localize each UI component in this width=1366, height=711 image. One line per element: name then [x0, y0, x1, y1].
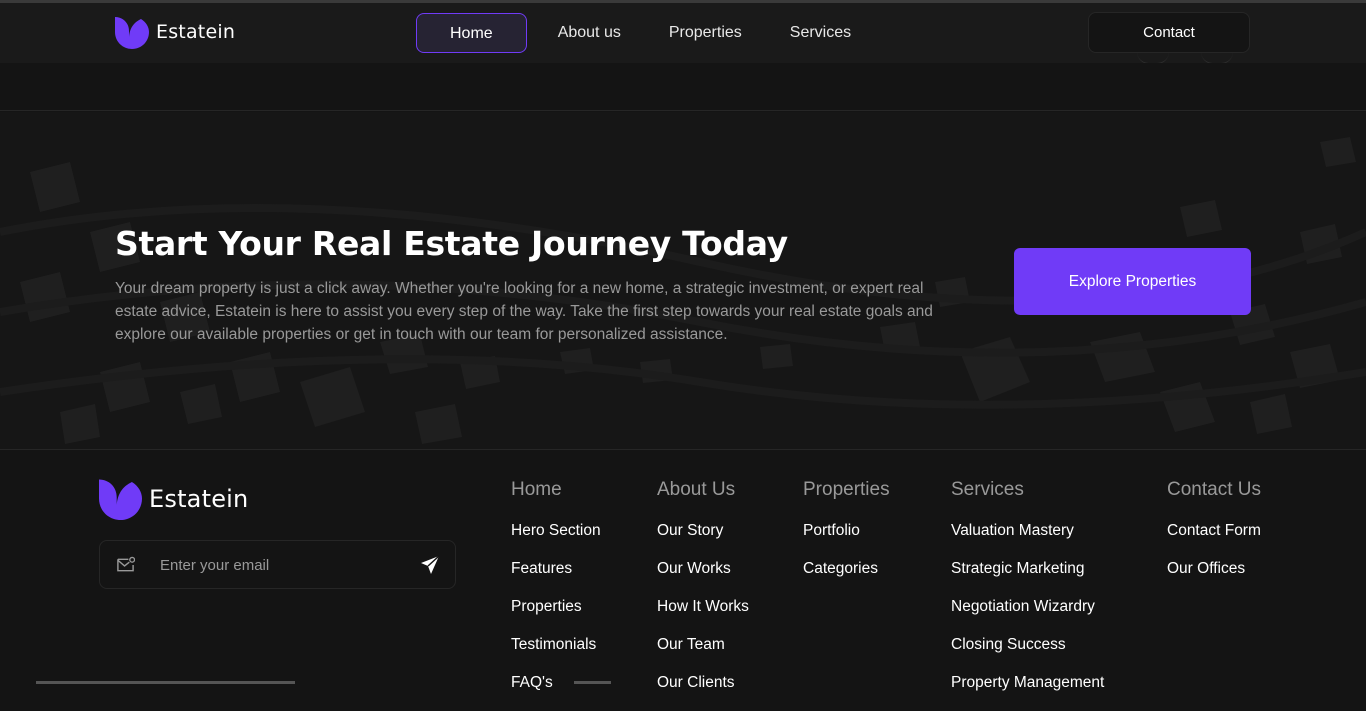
send-icon[interactable] — [420, 555, 440, 575]
footer-link[interactable]: Categories — [803, 559, 890, 597]
explore-properties-button[interactable]: Explore Properties — [1014, 248, 1251, 315]
nav-link-about[interactable]: About us — [535, 13, 645, 53]
mail-icon — [117, 556, 135, 572]
footer-logo[interactable]: Estatein — [99, 477, 248, 520]
nav-link-properties[interactable]: Properties — [645, 13, 766, 53]
footer-link[interactable]: Negotiation Wizardry — [951, 597, 1104, 635]
footer-link[interactable]: Our Team — [657, 635, 749, 673]
footer-column-properties: Properties Portfolio Categories — [803, 479, 890, 597]
footer-link[interactable]: Our Works — [657, 559, 749, 597]
footer-link[interactable]: Contact Form — [1167, 521, 1261, 559]
footer-link[interactable]: FAQ's — [511, 673, 601, 711]
footer-link[interactable]: Valuation Mastery — [951, 521, 1104, 559]
cta-title: Start Your Real Estate Journey Today — [115, 224, 788, 263]
logo-icon — [115, 15, 149, 49]
footer: Estatein Home Hero Section Features Prop… — [0, 451, 1366, 691]
footer-link[interactable]: Our Offices — [1167, 559, 1261, 597]
footer-column-title: Contact Us — [1167, 479, 1261, 500]
cta-description: Your dream property is just a click away… — [115, 280, 933, 343]
section-strip — [0, 63, 1366, 111]
footer-column-title: Services — [951, 479, 1024, 500]
footer-link[interactable]: Closing Success — [951, 635, 1104, 673]
footer-link[interactable]: Property Management — [951, 673, 1104, 711]
footer-link[interactable]: Hero Section — [511, 521, 601, 559]
footer-link[interactable]: Portfolio — [803, 521, 890, 559]
footer-link[interactable]: Our Story — [657, 521, 749, 559]
email-input[interactable] — [160, 553, 400, 577]
nav-link-home[interactable]: Home — [416, 13, 527, 53]
footer-column-home: Home Hero Section Features Properties Te… — [511, 479, 601, 711]
nav-links: Home About us Properties Services — [416, 13, 875, 53]
nav-logo[interactable]: Estatein — [115, 15, 235, 49]
footer-column-services: Services Valuation Mastery Strategic Mar… — [951, 479, 1104, 711]
contact-button[interactable]: Contact — [1088, 12, 1250, 53]
cta-section: Start Your Real Estate Journey Today You… — [0, 112, 1366, 450]
brand-name: Estatein — [156, 21, 236, 43]
footer-column-about: About Us Our Story Our Works How It Work… — [657, 479, 749, 711]
footer-link[interactable]: Features — [511, 559, 601, 597]
footer-column-contact: Contact Us Contact Form Our Offices — [1167, 479, 1261, 597]
footer-link[interactable]: Testimonials — [511, 635, 601, 673]
footer-link[interactable]: How It Works — [657, 597, 749, 635]
brand-name: Estatein — [149, 484, 249, 513]
footer-column-title: Properties — [803, 479, 890, 500]
logo-icon — [99, 477, 142, 520]
footer-link[interactable]: Strategic Marketing — [951, 559, 1104, 597]
footer-link[interactable]: Properties — [511, 597, 601, 635]
footer-column-title: Home — [511, 479, 562, 500]
newsletter-form — [99, 540, 456, 589]
footer-link[interactable]: Our Clients — [657, 673, 749, 711]
footer-column-title: About Us — [657, 479, 736, 500]
nav-link-services[interactable]: Services — [766, 13, 875, 53]
navbar: Estatein Home About us Properties Servic… — [0, 3, 1366, 64]
